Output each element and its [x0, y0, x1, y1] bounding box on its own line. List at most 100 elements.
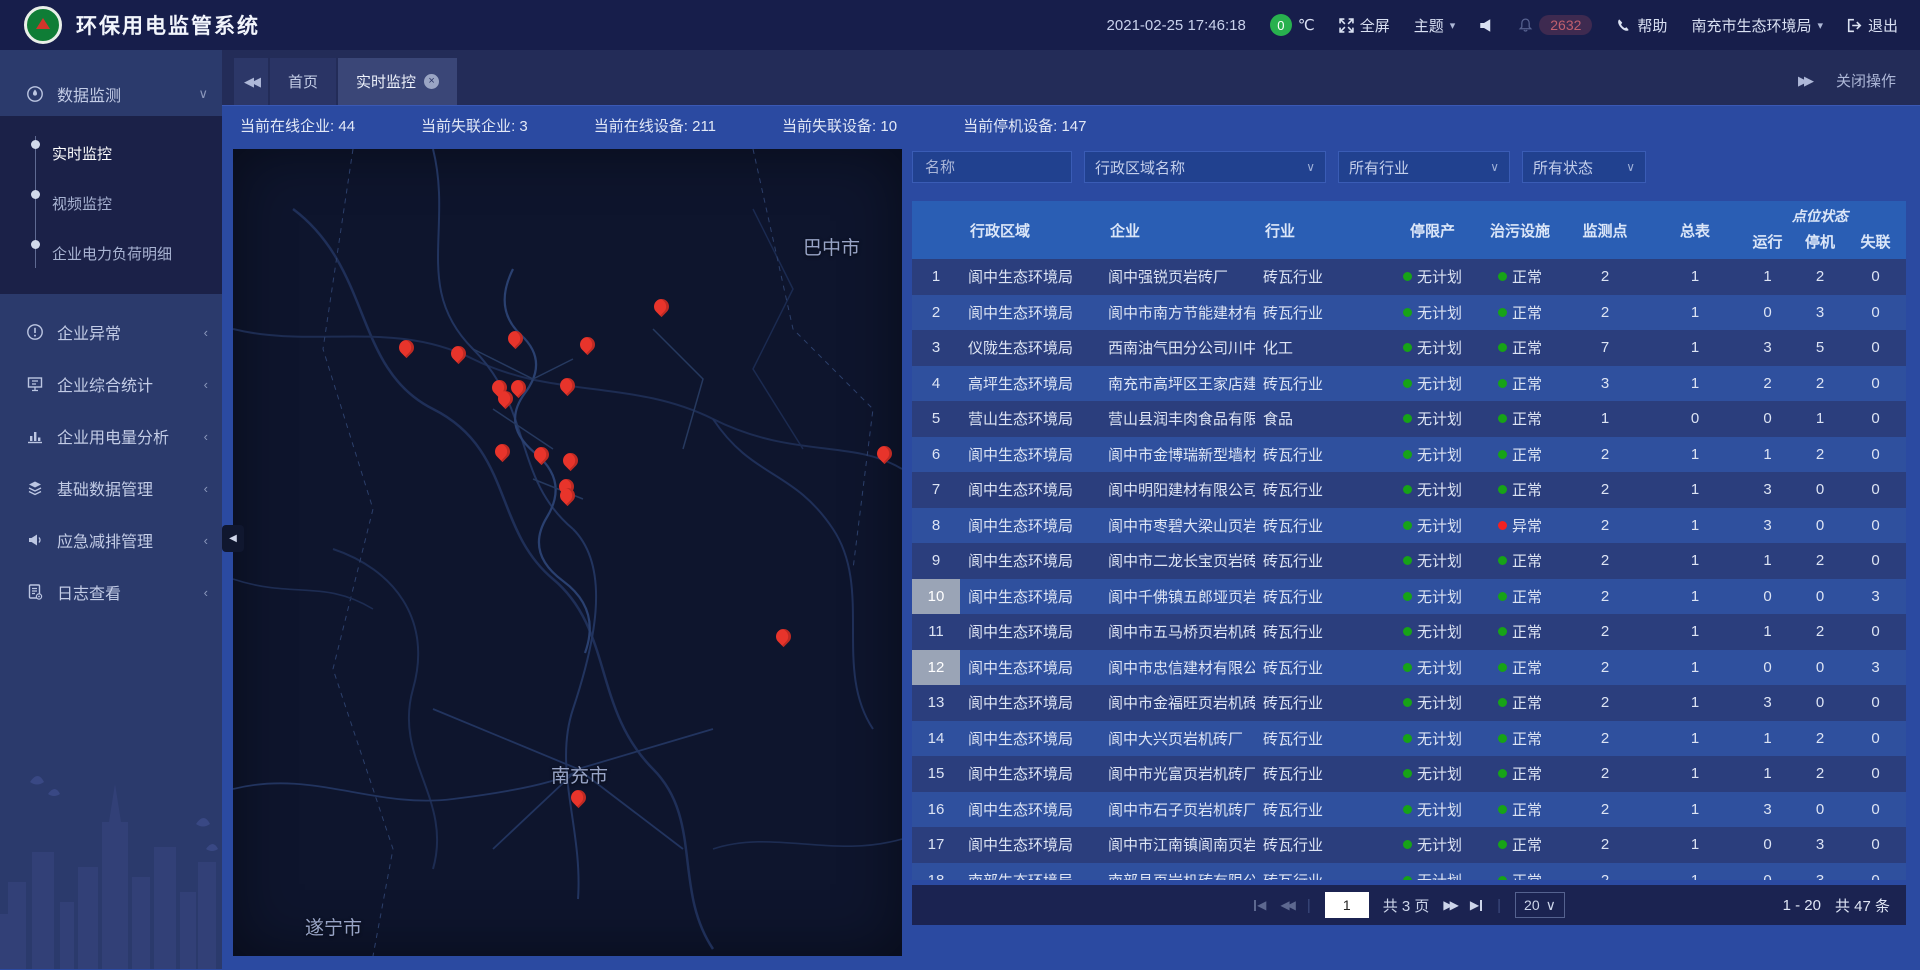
table-row[interactable]: 16阆中生态环境局阆中市石子页岩机砖厂砖瓦行业无计划正常21300 — [912, 792, 1906, 828]
name-filter-input[interactable] — [923, 158, 1061, 177]
stat-label: 当前停机设备 — [963, 118, 1053, 135]
tab-首页[interactable]: 首页 — [270, 58, 336, 105]
prev-page-button[interactable]: ◀◀ — [1280, 898, 1292, 912]
cell-points: 2 — [1560, 508, 1650, 544]
cell-region: 高坪生态环境局 — [960, 366, 1100, 402]
status-dot-icon — [1498, 698, 1507, 707]
table-header: 行政区域企业行业停限产治污设施监测点总表点位状态运行停机失联 — [912, 201, 1906, 259]
table-row[interactable]: 12阆中生态环境局阆中市忠信建材有限公砖瓦行业无计划正常21003 — [912, 650, 1906, 686]
page-size-select[interactable]: 20∨ — [1515, 892, 1565, 918]
sidebar-item-4[interactable]: 基础数据管理‹ — [0, 462, 222, 514]
cell-run: 2 — [1740, 366, 1795, 402]
cell-facility-label: 正常 — [1512, 621, 1542, 642]
status-dot-icon — [1498, 308, 1507, 317]
sidebar-subitem-视频监控[interactable]: 视频监控 — [0, 178, 222, 228]
chevron-left-icon: ◀ — [1257, 898, 1266, 912]
map-collapse-button[interactable]: ◀ — [222, 525, 244, 552]
cell-facility-label: 正常 — [1512, 728, 1542, 749]
sidebar-item-2[interactable]: 企业综合统计‹ — [0, 358, 222, 410]
row-index-cell: 6 — [912, 437, 960, 473]
cell-facility: 正常 — [1480, 366, 1560, 402]
stat-label: 当前在线企业 — [240, 118, 330, 135]
table-row[interactable]: 15阆中生态环境局阆中市光富页岩机砖厂砖瓦行业无计划正常21120 — [912, 756, 1906, 792]
table-row[interactable]: 9阆中生态环境局阆中市二龙长宝页岩砖砖瓦行业无计划正常21120 — [912, 543, 1906, 579]
cell-meters: 1 — [1650, 650, 1740, 686]
main-content: 当前在线企业: 44当前失联企业: 3当前在线设备: 211当前失联设备: 10… — [222, 105, 1920, 970]
table-row[interactable]: 10阆中生态环境局阆中千佛镇五郎垭页岩砖瓦行业无计划正常21003 — [912, 579, 1906, 615]
tabs-scroll-left-button[interactable]: ◀◀ — [234, 58, 268, 105]
status-dot-icon — [1498, 840, 1507, 849]
stat-value: 44 — [338, 118, 355, 135]
name-filter-field[interactable] — [912, 151, 1072, 183]
next-page-button[interactable]: ▶▶ — [1443, 898, 1455, 912]
table-row[interactable]: 1阆中生态环境局阆中强锐页岩砖厂砖瓦行业无计划正常21120 — [912, 259, 1906, 295]
region-select[interactable]: 行政区域名称∨ — [1084, 151, 1326, 183]
last-page-button[interactable]: ▶ — [1470, 898, 1483, 912]
status-dot-icon — [1403, 485, 1412, 494]
close-operations-button[interactable]: 关闭操作 — [1836, 70, 1896, 91]
table-row[interactable]: 4高坪生态环境局南充市高坪区王家店建砖瓦行业无计划正常31220 — [912, 366, 1906, 402]
fullscreen-button[interactable]: 全屏 — [1339, 15, 1390, 36]
presentation-icon — [26, 375, 44, 393]
column-header-label: 治污设施 — [1490, 220, 1550, 241]
cell-points: 1 — [1560, 401, 1650, 437]
cell-company: 阆中市枣碧大梁山页岩 — [1100, 508, 1255, 544]
close-icon[interactable]: × — [424, 74, 439, 89]
sidebar-item-6[interactable]: 日志查看‹ — [0, 566, 222, 618]
cell-lost: 3 — [1845, 650, 1906, 686]
notifications-button[interactable]: 2632 — [1518, 15, 1592, 35]
logout-button[interactable]: 退出 — [1847, 15, 1898, 36]
table-row[interactable]: 3仪陇生态环境局西南油气田分公司川中化工无计划正常71350 — [912, 330, 1906, 366]
cell-limit-label: 无计划 — [1417, 692, 1462, 713]
table-row[interactable]: 11阆中生态环境局阆中市五马桥页岩机砖砖瓦行业无计划正常21120 — [912, 614, 1906, 650]
row-index-cell: 17 — [912, 827, 960, 863]
sidebar-item-3[interactable]: 企业用电量分析‹ — [0, 410, 222, 462]
table-row[interactable]: 13阆中生态环境局阆中市金福旺页岩机砖砖瓦行业无计划正常21300 — [912, 685, 1906, 721]
cell-limit-label: 无计划 — [1417, 266, 1462, 287]
status-dot-icon — [1403, 698, 1412, 707]
cell-meters: 1 — [1650, 721, 1740, 757]
map-panel[interactable]: 巴中市南充市遂宁市 ◀ — [233, 149, 902, 956]
table-row[interactable]: 17阆中生态环境局阆中市江南镇阆南页岩砖瓦行业无计划正常21030 — [912, 827, 1906, 863]
table-row[interactable]: 5营山生态环境局营山县润丰肉食品有限食品无计划正常10010 — [912, 401, 1906, 437]
table-row[interactable]: 14阆中生态环境局阆中大兴页岩机砖厂砖瓦行业无计划正常21120 — [912, 721, 1906, 757]
cell-lost: 0 — [1845, 543, 1906, 579]
help-button[interactable]: 帮助 — [1616, 15, 1667, 36]
cell-meters: 1 — [1650, 827, 1740, 863]
org-dropdown[interactable]: 南充市生态环境局▾ — [1691, 15, 1823, 36]
row-index-cell: 9 — [912, 543, 960, 579]
status-dot-icon — [1403, 876, 1412, 880]
table-row[interactable]: 8阆中生态环境局阆中市枣碧大梁山页岩砖瓦行业无计划异常21300 — [912, 508, 1906, 544]
table-row[interactable]: 18南部生态环境局南部县页岩机砖有限公砖瓦行业无计划正常21030 — [912, 863, 1906, 881]
map-roads-layer — [233, 149, 902, 956]
total-count-label: 共 47 条 — [1835, 895, 1890, 916]
cell-limit: 无计划 — [1385, 259, 1480, 295]
status-dot-icon — [1403, 734, 1412, 743]
table-row[interactable]: 7阆中生态环境局阆中明阳建材有限公司砖瓦行业无计划正常21300 — [912, 472, 1906, 508]
sidebar-subitem-企业电力负荷明细[interactable]: 企业电力负荷明细 — [0, 228, 222, 278]
cell-meters: 1 — [1650, 685, 1740, 721]
chevron-down-icon: ▾ — [1817, 19, 1823, 32]
cell-region: 阆中生态环境局 — [960, 259, 1100, 295]
sidebar-item-5[interactable]: 应急减排管理‹ — [0, 514, 222, 566]
tabs-scroll-right-button[interactable]: ▶▶ — [1798, 73, 1810, 89]
cell-facility-label: 正常 — [1512, 870, 1542, 880]
cell-lost: 0 — [1845, 508, 1906, 544]
cell-stop: 0 — [1795, 792, 1845, 828]
table-row[interactable]: 2阆中生态环境局阆中市南方节能建材有砖瓦行业无计划正常21030 — [912, 295, 1906, 331]
cell-limit: 无计划 — [1385, 685, 1480, 721]
cell-company: 阆中市南方节能建材有 — [1100, 295, 1255, 331]
tab-实时监控[interactable]: 实时监控× — [338, 58, 457, 105]
sidebar-item-1[interactable]: 企业异常‹ — [0, 306, 222, 358]
page-number-input[interactable] — [1325, 892, 1369, 918]
table-row[interactable]: 6阆中生态环境局阆中市金博瑞新型墙材砖瓦行业无计划正常21120 — [912, 437, 1906, 473]
status-select[interactable]: 所有状态∨ — [1522, 151, 1646, 183]
theme-dropdown[interactable]: 主题▾ — [1414, 15, 1456, 36]
sidebar-item-0[interactable]: 数据监测∨ — [0, 72, 222, 116]
sidebar-subitem-实时监控[interactable]: 实时监控 — [0, 128, 222, 178]
first-page-button[interactable]: ◀ — [1253, 898, 1266, 912]
industry-select[interactable]: 所有行业∨ — [1338, 151, 1510, 183]
cell-limit: 无计划 — [1385, 330, 1480, 366]
cell-limit: 无计划 — [1385, 721, 1480, 757]
mute-button[interactable] — [1479, 18, 1494, 33]
